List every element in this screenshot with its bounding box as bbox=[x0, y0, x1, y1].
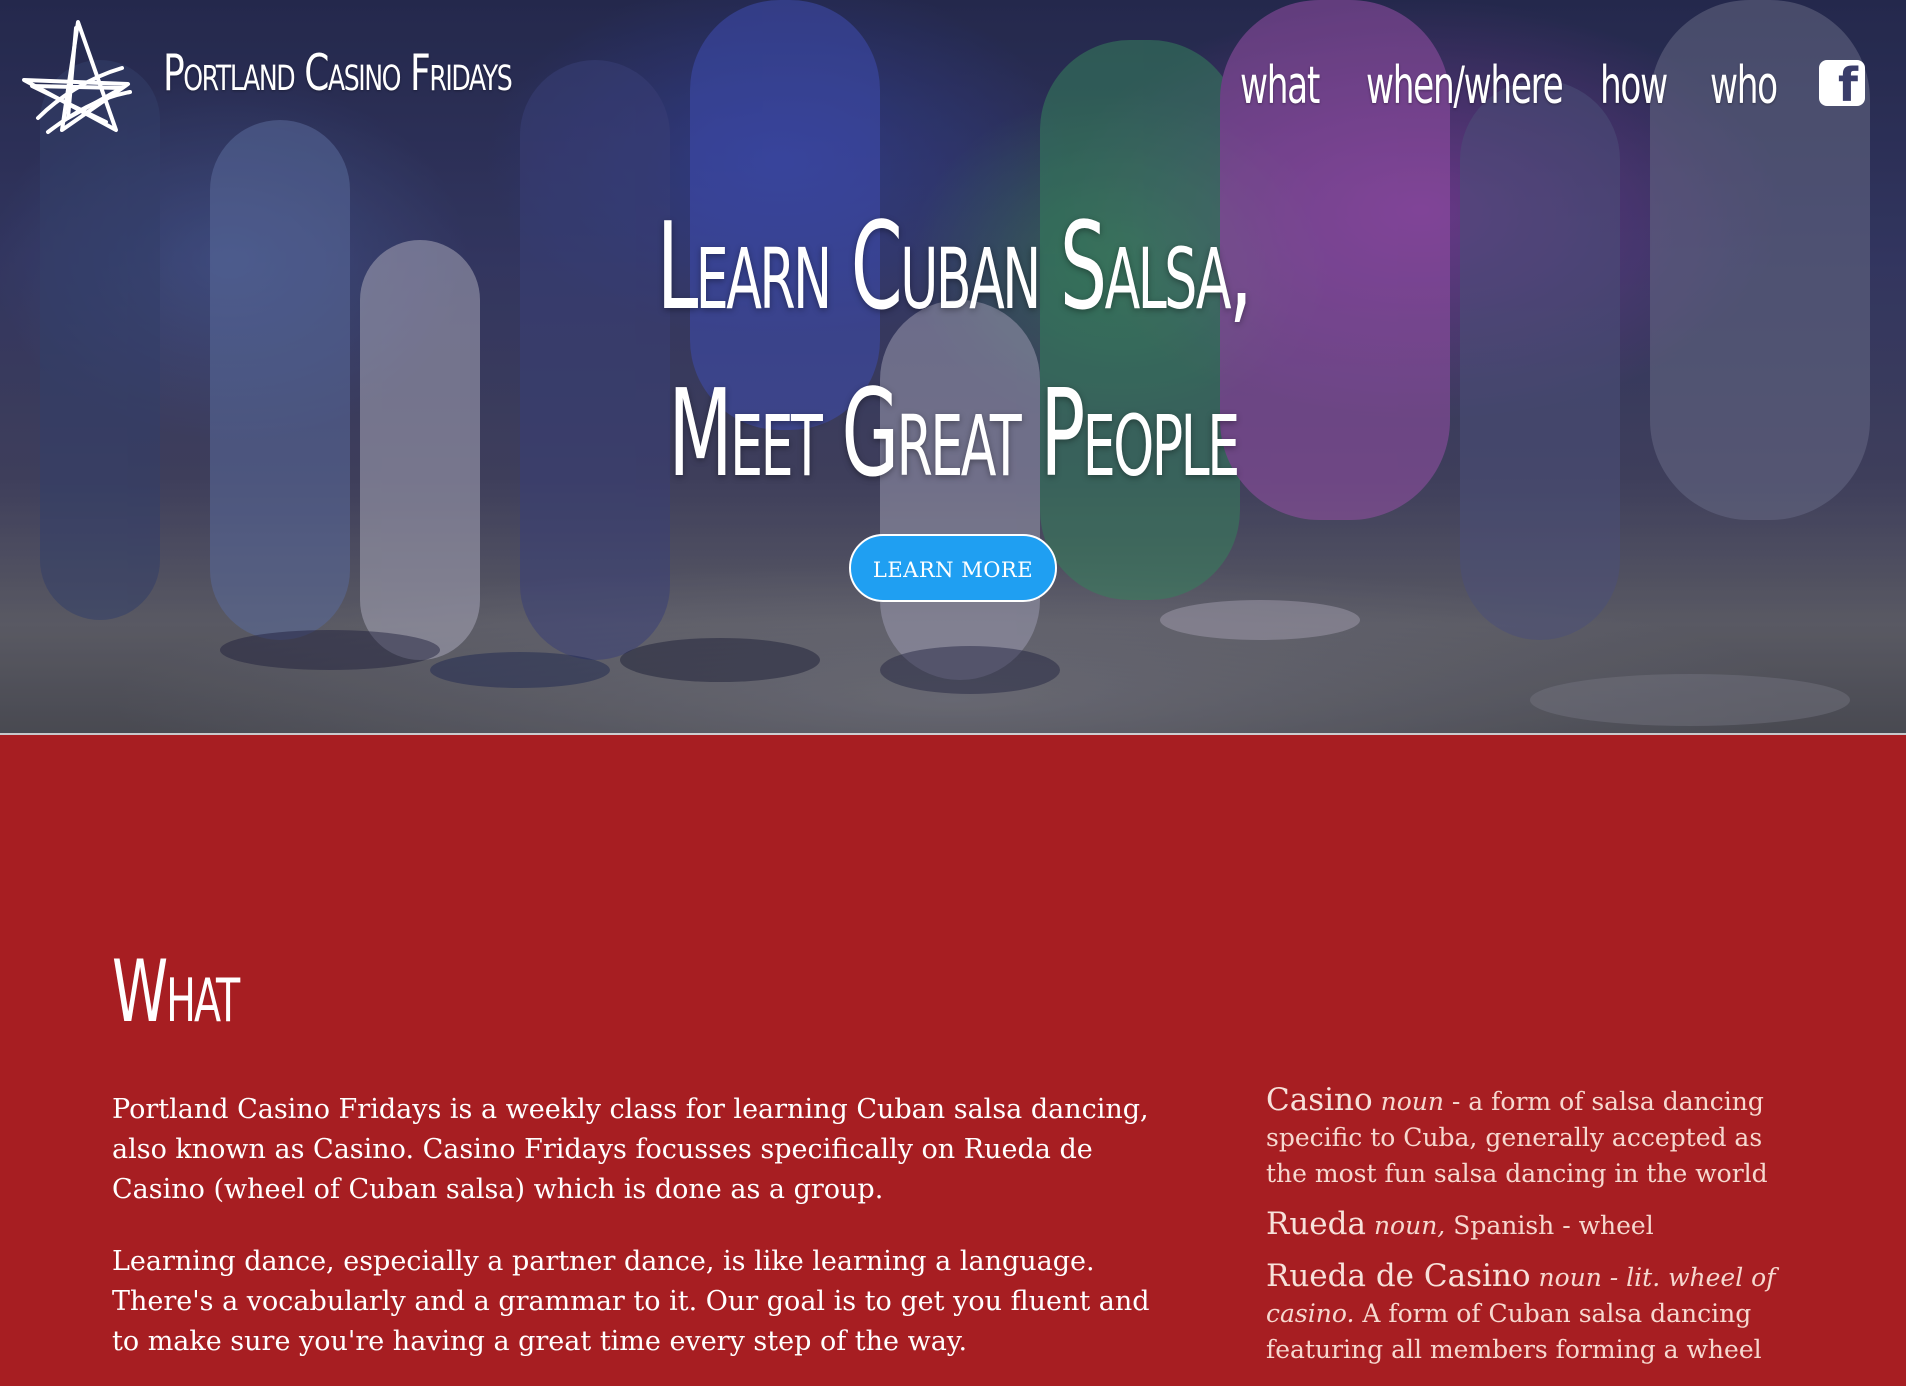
nav-when-where[interactable]: when/where bbox=[1366, 56, 1564, 116]
definition-term: Rueda de Casino bbox=[1266, 1258, 1531, 1294]
hero-divider bbox=[0, 733, 1906, 735]
hero-section: Portland Casino Fridays what when/where … bbox=[0, 0, 1906, 735]
definitions-list: Casino noun - a form of salsa dancing sp… bbox=[1266, 1082, 1796, 1382]
definition-rueda-de-casino: Rueda de Casino noun - lit. wheel of cas… bbox=[1266, 1258, 1796, 1368]
hero-headline-line1: Learn Cuban Salsa, bbox=[0, 198, 1906, 337]
definition-part-of-speech: noun, bbox=[1373, 1211, 1446, 1240]
nav-who[interactable]: who bbox=[1710, 56, 1778, 116]
definition-part-of-speech: noun bbox=[1380, 1087, 1444, 1116]
hero-headline-line2-text: Meet Great People bbox=[668, 365, 1240, 504]
what-paragraph-1: Portland Casino Fridays is a weekly clas… bbox=[112, 1094, 1149, 1205]
what-section-title: What bbox=[112, 942, 240, 1042]
nav-how[interactable]: how bbox=[1600, 56, 1668, 116]
what-paragraph-2: Learning dance, especially a partner dan… bbox=[112, 1246, 1150, 1357]
definition-part-of-speech: noun bbox=[1538, 1263, 1602, 1292]
hero-headline-line1-text: Learn Cuban Salsa, bbox=[656, 198, 1252, 337]
definition-term: Casino bbox=[1266, 1082, 1373, 1118]
definition-text: Spanish - wheel bbox=[1445, 1211, 1654, 1240]
nav-what[interactable]: what bbox=[1240, 56, 1320, 116]
hero-headline-line2: Meet Great People bbox=[0, 365, 1906, 504]
definition-casino: Casino noun - a form of salsa dancing sp… bbox=[1266, 1082, 1796, 1192]
learn-more-button[interactable]: LEARN MORE bbox=[849, 534, 1057, 602]
main-nav: what when/where how who bbox=[0, 56, 1906, 116]
definition-term: Rueda bbox=[1266, 1206, 1366, 1242]
definition-rueda: Rueda noun, Spanish - wheel bbox=[1266, 1206, 1796, 1244]
facebook-icon[interactable]: f bbox=[1819, 60, 1865, 108]
